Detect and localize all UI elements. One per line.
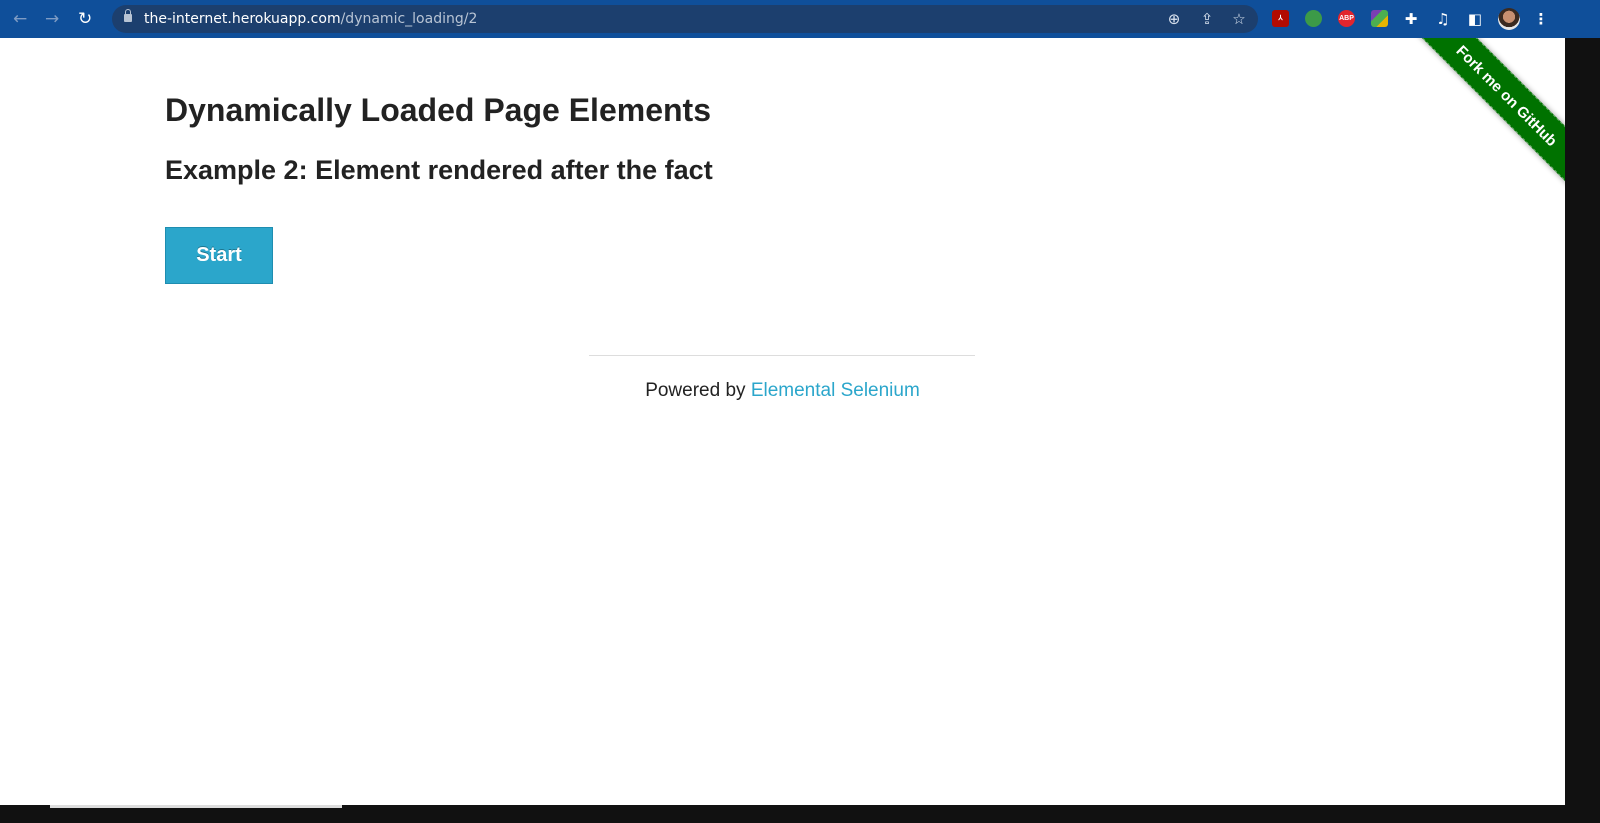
url-path: /dynamic_loading/2 (340, 11, 478, 27)
colorful-extension-icon[interactable] (1371, 10, 1388, 27)
address-bar[interactable]: the-internet.herokuapp.com/dynamic_loadi… (112, 5, 1258, 33)
footer-text: Powered by (645, 380, 751, 401)
media-control-icon[interactable]: ♫ (1433, 9, 1453, 29)
github-ribbon[interactable]: Fork me on GitHub (1395, 38, 1565, 218)
forward-icon[interactable]: → (45, 9, 59, 29)
menu-kebab-icon[interactable]: ⋮ (1531, 9, 1551, 29)
acrobat-extension-icon[interactable]: ⅄ (1272, 10, 1289, 27)
taskbar (0, 805, 1600, 823)
elemental-selenium-link[interactable]: Elemental Selenium (751, 380, 920, 401)
reload-icon[interactable]: ↻ (78, 9, 92, 29)
footer: Powered by Elemental Selenium (0, 380, 1565, 402)
bookmark-star-icon[interactable]: ☆ (1229, 9, 1249, 29)
url-host: the-internet.herokuapp.com (144, 11, 341, 27)
robot-extension-icon[interactable] (1305, 10, 1322, 27)
back-icon[interactable]: ← (13, 9, 27, 29)
browser-toolbar: ← → ↻ the-internet.herokuapp.com/dynamic… (0, 0, 1600, 38)
lock-icon (124, 9, 132, 22)
zoom-icon[interactable]: ⊕ (1164, 9, 1184, 29)
page-subtitle: Example 2: Element rendered after the fa… (165, 155, 713, 185)
url-text: the-internet.herokuapp.com/dynamic_loadi… (144, 11, 477, 27)
page-content: Dynamically Loaded Page Elements Example… (0, 38, 1565, 805)
start-button[interactable]: Start (165, 227, 273, 284)
share-icon[interactable]: ⇪ (1197, 9, 1217, 29)
taskbar-indicator (50, 805, 342, 808)
fork-me-ribbon[interactable]: Fork me on GitHub (1395, 38, 1565, 216)
side-panel-icon[interactable]: ◧ (1465, 9, 1485, 29)
page-title: Dynamically Loaded Page Elements (165, 92, 711, 128)
profile-avatar[interactable] (1498, 8, 1520, 30)
footer-divider (589, 355, 975, 356)
window-edge (1565, 38, 1600, 805)
adblock-plus-icon[interactable]: ABP (1338, 10, 1355, 27)
extensions-puzzle-icon[interactable]: ✚ (1401, 9, 1421, 29)
